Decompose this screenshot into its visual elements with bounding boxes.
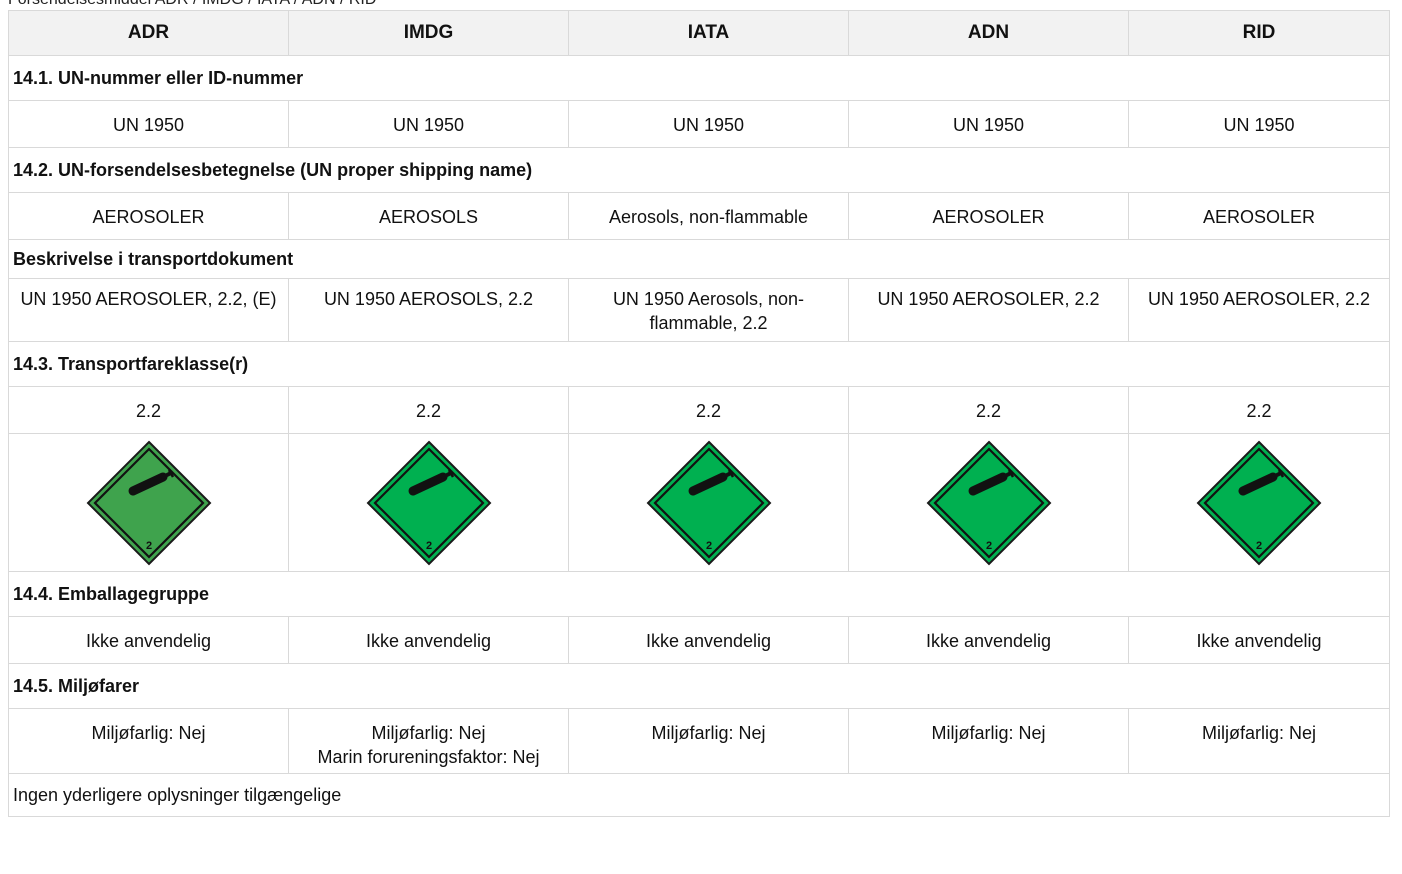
gas-cylinder-hazard-label-icon: 2 (926, 440, 1051, 565)
column-header-imdg: IMDG (288, 10, 569, 56)
shipping-name-iata: Aerosols, non-flammable (568, 192, 849, 240)
hazard-class-adn: 2.2 (848, 386, 1129, 434)
packing-group-imdg: Ikke anvendelig (288, 616, 569, 664)
svg-text:2: 2 (985, 540, 991, 552)
svg-text:2: 2 (425, 540, 431, 552)
footer-note: Ingen yderligere oplysninger tilgængelig… (8, 773, 1390, 817)
environment-rid: Miljøfarlig: Nej (1128, 708, 1390, 774)
section-title-un-number: 14.1. UN-nummer eller ID-nummer (8, 55, 1390, 101)
un-number-adr: UN 1950 (8, 100, 289, 148)
table-caption: Forsendelsesmiddel ADR / IMDG / IATA / A… (8, 0, 376, 9)
table-row: 2.2 2.2 2.2 2.2 2.2 (8, 386, 1390, 434)
environment-adn: Miljøfarlig: Nej (848, 708, 1129, 774)
environment-imdg: Miljøfarlig: Nej Marin forureningsfaktor:… (288, 708, 569, 774)
hazard-class-adr: 2.2 (8, 386, 289, 434)
hazard-class-rid: 2.2 (1128, 386, 1390, 434)
table-row: Ikke anvendelig Ikke anvendelig Ikke anv… (8, 616, 1390, 664)
transport-doc-adn: UN 1950 AEROSOLER, 2.2 (848, 278, 1129, 342)
table-row: UN 1950 UN 1950 UN 1950 UN 1950 UN 1950 (8, 100, 1390, 148)
table-row: AEROSOLER AEROSOLS Aerosols, non-flammab… (8, 192, 1390, 240)
marine-pollutant-text: Marin forureningsfaktor: Nej (317, 747, 540, 767)
packing-group-adr: Ikke anvendelig (8, 616, 289, 664)
packing-group-iata: Ikke anvendelig (568, 616, 849, 664)
section-title-shipping-name: 14.2. UN-forsendelsesbetegnelse (UN prop… (8, 147, 1390, 193)
table-row: Miljøfarlig: Nej Miljøfarlig: Nej Marin f… (8, 708, 1390, 774)
transport-doc-adr: UN 1950 AEROSOLER, 2.2, (E) (8, 278, 289, 342)
shipping-name-adr: AEROSOLER (8, 192, 289, 240)
un-number-imdg: UN 1950 (288, 100, 569, 148)
svg-text:2: 2 (1256, 540, 1262, 552)
gas-cylinder-hazard-label-icon: 2 (646, 440, 771, 565)
hazard-class-iata: 2.2 (568, 386, 849, 434)
environment-iata: Miljøfarlig: Nej (568, 708, 849, 774)
column-header-adn: ADN (848, 10, 1129, 56)
section-title-transport-document: Beskrivelse i transportdokument (8, 239, 1390, 279)
transport-doc-iata: UN 1950 Aerosols, non-flammable, 2.2 (568, 278, 849, 342)
column-header-rid: RID (1128, 10, 1390, 56)
shipping-name-adn: AEROSOLER (848, 192, 1129, 240)
hazard-label-row: 2 2 2 2 2 (8, 433, 1390, 572)
section-title-environment: 14.5. Miljøfarer (8, 663, 1390, 709)
gas-cylinder-hazard-label-icon: 2 (86, 440, 211, 565)
column-header-adr: ADR (8, 10, 289, 56)
section-title-packing-group: 14.4. Emballagegruppe (8, 571, 1390, 617)
packing-group-rid: Ikke anvendelig (1128, 616, 1390, 664)
shipping-name-rid: AEROSOLER (1128, 192, 1390, 240)
hazard-class-imdg: 2.2 (288, 386, 569, 434)
environment-adr: Miljøfarlig: Nej (8, 708, 289, 774)
transport-doc-rid: UN 1950 AEROSOLER, 2.2 (1128, 278, 1390, 342)
shipping-name-imdg: AEROSOLS (288, 192, 569, 240)
header-row: ADR IMDG IATA ADN RID (8, 10, 1390, 56)
svg-text:2: 2 (705, 540, 711, 552)
column-header-iata: IATA (568, 10, 849, 56)
transport-info-table: ADR IMDG IATA ADN RID 14.1. UN-nummer el… (8, 10, 1390, 817)
un-number-iata: UN 1950 (568, 100, 849, 148)
un-number-rid: UN 1950 (1128, 100, 1390, 148)
gas-cylinder-hazard-label-icon: 2 (1196, 440, 1322, 565)
transport-doc-imdg: UN 1950 AEROSOLS, 2.2 (288, 278, 569, 342)
svg-text:2: 2 (145, 540, 151, 552)
section-title-hazard-class: 14.3. Transportfareklasse(r) (8, 341, 1390, 387)
gas-cylinder-hazard-label-icon: 2 (366, 440, 491, 565)
un-number-adn: UN 1950 (848, 100, 1129, 148)
table-row: UN 1950 AEROSOLER, 2.2, (E) UN 1950 AERO… (8, 278, 1390, 342)
packing-group-adn: Ikke anvendelig (848, 616, 1129, 664)
